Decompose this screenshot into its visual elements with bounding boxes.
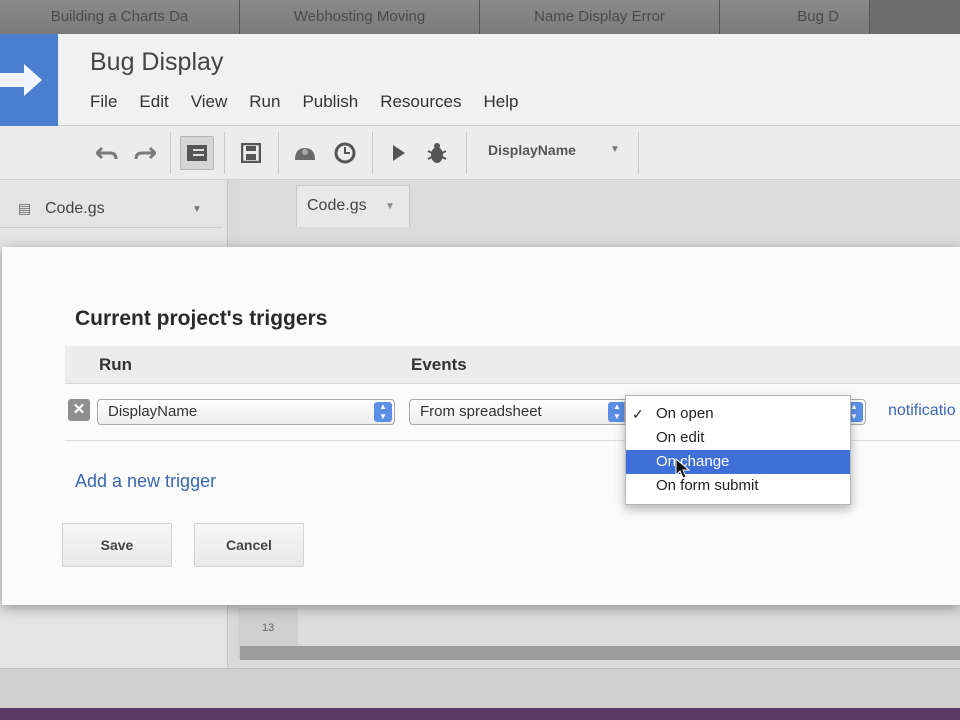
- app-logo[interactable]: [0, 34, 58, 126]
- run-icon[interactable]: [382, 136, 416, 170]
- file-list-item[interactable]: ▤ Code.gs ▼: [0, 188, 222, 228]
- function-dropdown-value: DisplayName: [108, 403, 198, 420]
- event-option-label: On open: [656, 405, 714, 422]
- checkmark-icon: ✓: [632, 406, 644, 422]
- chevron-down-icon[interactable]: ▼: [385, 201, 395, 212]
- toolbar-divider: [278, 132, 279, 174]
- menu-edit[interactable]: Edit: [139, 92, 168, 112]
- event-option-label: On change: [656, 453, 730, 470]
- menu-run[interactable]: Run: [249, 92, 280, 112]
- chevron-down-icon[interactable]: ▼: [610, 144, 620, 155]
- editor-tab-label: Code.gs: [307, 197, 367, 214]
- file-name[interactable]: Code.gs: [45, 200, 105, 218]
- toolbar-divider: [466, 132, 467, 174]
- editor-scrollbar[interactable]: [240, 646, 960, 660]
- browser-tab-strip: Building a Charts Da Webhosting Moving N…: [0, 0, 960, 34]
- event-option-label: On form submit: [656, 477, 759, 494]
- browser-tab[interactable]: Bug D: [720, 0, 870, 34]
- column-header-events: Events: [411, 355, 467, 374]
- event-option-on-change[interactable]: On change: [626, 450, 850, 474]
- toolbar-divider: [170, 132, 171, 174]
- function-select[interactable]: DisplayName: [488, 142, 576, 158]
- arrow-right-icon: [0, 64, 42, 96]
- delete-trigger-icon[interactable]: ✕: [68, 399, 90, 421]
- editor-tab[interactable]: Code.gs ▼: [296, 185, 410, 227]
- browser-tab[interactable]: Webhosting Moving: [240, 0, 480, 34]
- save-button[interactable]: Save: [62, 523, 172, 567]
- dialog-title: Current project's triggers: [75, 307, 328, 330]
- file-icon: ▤: [18, 200, 32, 216]
- event-option-on-form-submit[interactable]: On form submit: [626, 474, 850, 498]
- undo-icon[interactable]: [90, 136, 124, 170]
- cancel-button[interactable]: Cancel: [194, 523, 304, 567]
- toolbar: DisplayName ▼: [0, 126, 960, 180]
- mouse-pointer-icon: [675, 458, 691, 479]
- app-header: Bug Display File Edit View Run Publish R…: [0, 34, 960, 126]
- chevron-down-icon[interactable]: ▼: [192, 204, 202, 215]
- project-title[interactable]: Bug Display: [90, 48, 223, 77]
- os-dock: [0, 708, 960, 720]
- indent-icon[interactable]: [180, 136, 214, 170]
- event-option-on-edit[interactable]: On edit: [626, 426, 850, 450]
- toolbar-divider: [372, 132, 373, 174]
- menu-file[interactable]: File: [90, 92, 117, 112]
- redo-icon[interactable]: [128, 136, 162, 170]
- menu-resources[interactable]: Resources: [380, 92, 461, 112]
- debug-icon[interactable]: [420, 136, 454, 170]
- source-dropdown-value: From spreadsheet: [420, 403, 542, 420]
- toolbar-divider: [638, 132, 639, 174]
- menu-bar: File Edit View Run Publish Resources Hel…: [90, 92, 540, 112]
- event-option-on-open[interactable]: ✓ On open: [626, 402, 850, 426]
- line-number: 13: [262, 622, 275, 634]
- menu-publish[interactable]: Publish: [302, 92, 358, 112]
- column-header-run: Run: [99, 355, 133, 374]
- status-bar: [0, 668, 960, 708]
- triggers-icon[interactable]: [288, 136, 322, 170]
- toolbar-divider: [224, 132, 225, 174]
- event-option-label: On edit: [656, 429, 705, 446]
- browser-tab[interactable]: Name Display Error: [480, 0, 720, 34]
- notifications-link[interactable]: notificatio: [888, 402, 956, 420]
- save-icon[interactable]: [234, 136, 268, 170]
- select-arrows-icon: ▲ ▼: [374, 402, 392, 422]
- add-trigger-link[interactable]: Add a new trigger: [75, 471, 216, 492]
- history-icon[interactable]: [328, 136, 362, 170]
- menu-view[interactable]: View: [191, 92, 228, 112]
- menu-help[interactable]: Help: [483, 92, 518, 112]
- event-type-menu: ✓ On open On edit On change On form subm…: [625, 395, 851, 505]
- function-dropdown[interactable]: DisplayName ▲ ▼: [97, 399, 395, 425]
- browser-tab[interactable]: Building a Charts Da: [0, 0, 240, 34]
- source-dropdown[interactable]: From spreadsheet ▲ ▼: [409, 399, 629, 425]
- triggers-table-header: Run Events: [65, 346, 960, 384]
